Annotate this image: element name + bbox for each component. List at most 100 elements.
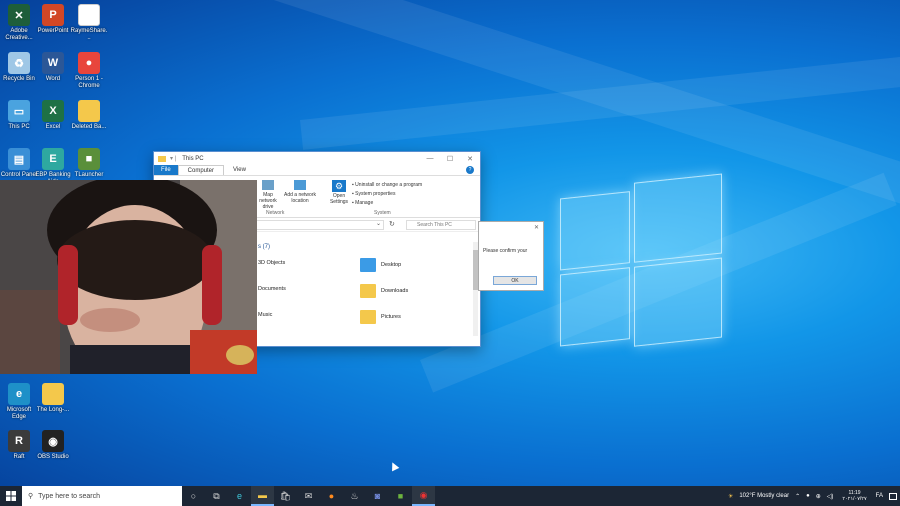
dialog-message: Please confirm your <box>483 248 528 254</box>
search-placeholder: Type here to search <box>38 492 101 500</box>
desktop-icon[interactable]: ◉ OBS Studio <box>34 430 72 461</box>
close-icon[interactable]: ✕ <box>534 224 539 231</box>
obs-taskbar-icon[interactable]: ◉ <box>412 486 435 506</box>
desktop-icon[interactable]: ▭ This PC <box>0 100 38 131</box>
desktop-icon[interactable]: Deleted Ba... <box>70 100 108 131</box>
quick-access-icon[interactable]: ▾ | <box>170 155 176 162</box>
explorer-titlebar[interactable]: ▾ | This PC — ☐ ✕ <box>154 152 480 165</box>
weather-text[interactable]: 102°F Mostly clear <box>739 493 789 499</box>
folder-documents[interactable]: Documents <box>258 286 286 292</box>
search-icon: ⚲ <box>28 493 34 500</box>
help-icon[interactable]: ? <box>466 166 474 174</box>
cortana-button[interactable]: ○ <box>182 486 205 506</box>
confirm-dialog[interactable]: ✕ Please confirm your OK <box>478 221 544 291</box>
desktop-icon[interactable]: ♻ Recycle Bin <box>0 52 38 83</box>
edge-icon: e <box>8 383 30 405</box>
folder-music[interactable]: Music <box>258 312 272 318</box>
minimize-button[interactable]: — <box>420 155 440 163</box>
desktop-icon-label: RaymeShare... <box>70 28 108 41</box>
chevron-up-icon[interactable]: ⌃ <box>795 493 800 500</box>
tab-file[interactable]: File <box>154 165 178 175</box>
desktop-icon[interactable]: ● Person 1 - Chrome <box>70 52 108 90</box>
volume-icon[interactable]: ◁) <box>827 493 834 500</box>
windows-logo-wallpaper <box>556 169 726 355</box>
system-properties-button[interactable]: ▪ System properties <box>352 190 422 199</box>
mail-taskbar-icon[interactable]: ✉ <box>297 486 320 506</box>
discord-taskbar-icon[interactable]: ◙ <box>366 486 389 506</box>
desktop-icon[interactable]: ▤ Control Panel <box>0 148 38 179</box>
folder-3d-objects[interactable]: 3D Objects <box>258 260 285 266</box>
folder-downloads[interactable]: Downloads <box>360 284 408 298</box>
desktop-icon[interactable]: X Excel <box>34 100 72 131</box>
folder-pictures[interactable]: Pictures <box>360 310 401 324</box>
desktop-icon[interactable]: The Long-... <box>34 383 72 414</box>
weather-icon[interactable]: ☀ <box>728 493 733 500</box>
chevron-down-icon[interactable]: ⌄ <box>376 220 381 227</box>
maximize-button[interactable]: ☐ <box>440 155 460 163</box>
close-button[interactable]: ✕ <box>460 155 480 163</box>
desktop-icon-label: Word <box>45 76 61 82</box>
ebp-icon: E <box>42 148 64 170</box>
desktop-icon[interactable]: e Microsoft Edge <box>0 383 38 421</box>
tab-view[interactable]: View <box>224 167 255 173</box>
desktop-icon[interactable]: ✕ Adobe Creative... <box>0 4 38 42</box>
control-panel-icon: ▤ <box>8 148 30 170</box>
desktop-icon[interactable]: W Word <box>34 52 72 83</box>
search-input[interactable]: Search This PC <box>406 220 476 230</box>
document-icon <box>78 4 100 26</box>
tab-computer[interactable]: Computer <box>177 165 225 175</box>
ribbon-group-network: Network <box>266 210 285 216</box>
folder-icon <box>42 383 64 405</box>
minecraft-taskbar-icon[interactable]: ■ <box>389 486 412 506</box>
desktop-icon-label: Control Panel <box>0 172 38 178</box>
desktop-icon[interactable]: ■ TLauncher <box>70 148 108 179</box>
section-header: s (7) <box>258 244 270 250</box>
desktop-icon[interactable]: P PowerPoint <box>34 4 72 35</box>
desktop-icon[interactable]: R Raft <box>0 430 38 461</box>
desktop-icon[interactable]: RaymeShare... <box>70 4 108 42</box>
adobe-cc-icon: ✕ <box>8 4 30 26</box>
clock[interactable]: 11:19 ۲۰۲۱/۰۷/۲۷ <box>839 490 869 502</box>
file-explorer-taskbar-icon[interactable]: ▬ <box>251 486 274 506</box>
desktop-folder-icon <box>360 258 376 272</box>
task-view-button[interactable]: ⧉ <box>205 486 228 506</box>
powerpoint-icon: P <box>42 4 64 26</box>
start-button[interactable] <box>0 486 22 506</box>
pictures-folder-icon <box>360 310 376 324</box>
notification-icon[interactable] <box>889 492 897 500</box>
chrome-icon: ● <box>78 52 100 74</box>
language-indicator[interactable]: FA <box>876 493 883 499</box>
downloads-folder-icon <box>360 284 376 298</box>
network-location-icon <box>294 180 306 190</box>
refresh-icon[interactable]: ↻ <box>389 220 395 228</box>
mouse-cursor <box>388 460 400 472</box>
desktop-icon-label: Raft <box>13 454 25 460</box>
open-settings-button[interactable]: ⚙ Open Settings <box>328 180 350 205</box>
system-tray: ☀ 102°F Mostly clear ⌃ ● ⊕ ◁) 11:19 ۲۰۲۱… <box>725 486 900 506</box>
uninstall-program-button[interactable]: ▪ Uninstall or change a program <box>352 181 422 190</box>
ok-button[interactable]: OK <box>493 276 537 285</box>
webcam-person-image <box>0 180 257 374</box>
this-pc-icon: ▭ <box>8 100 30 122</box>
ribbon-group-system: System <box>374 210 391 216</box>
taskbar-search[interactable]: ⚲ Type here to search <box>22 486 182 506</box>
store-taskbar-icon[interactable]: 🛍 <box>274 486 297 506</box>
edge-taskbar-icon[interactable]: e <box>228 486 251 506</box>
manage-button[interactable]: ▪ Manage <box>352 199 422 208</box>
recycle-bin-icon: ♻ <box>8 52 30 74</box>
steam-taskbar-icon[interactable]: ♨ <box>343 486 366 506</box>
minecraft-icon: ■ <box>78 148 100 170</box>
network-drive-icon <box>262 180 274 190</box>
map-network-drive-button[interactable]: Map network drive <box>256 180 280 210</box>
windows-icon <box>6 491 16 501</box>
address-field[interactable]: ⌄ <box>254 220 384 230</box>
add-network-location-button[interactable]: Add a network location <box>284 180 316 204</box>
desktop-icon-label: Microsoft Edge <box>6 407 32 420</box>
folder-desktop[interactable]: Desktop <box>360 258 401 272</box>
word-icon: W <box>42 52 64 74</box>
firefox-taskbar-icon[interactable]: ● <box>320 486 343 506</box>
desktop-icon-label: PowerPoint <box>37 28 69 34</box>
mic-icon[interactable]: ● <box>806 493 810 499</box>
window-title: This PC <box>182 155 204 162</box>
network-icon[interactable]: ⊕ <box>816 493 821 500</box>
